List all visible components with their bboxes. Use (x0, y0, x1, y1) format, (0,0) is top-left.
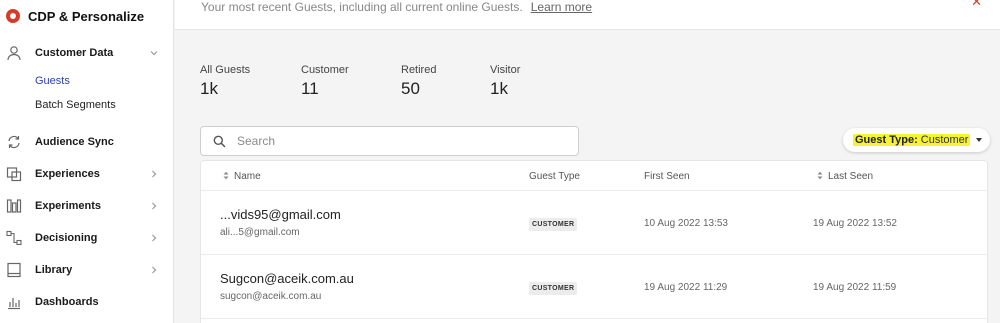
column-header-guest-type: Guest Type (529, 171, 580, 182)
sidebar-item-label: Experiments (35, 200, 102, 212)
column-header-label: Last Seen (828, 171, 874, 182)
chevron-right-icon[interactable] (148, 264, 160, 276)
brand-logo-icon (6, 9, 20, 23)
info-banner: Your most recent Guests, including all c… (175, 0, 1000, 30)
table-row[interactable]: Sugcon@aceik.com.au sugcon@aceik.com.au … (201, 255, 987, 319)
stat-label: Customer (301, 64, 349, 76)
sidebar-item-audience-sync[interactable]: Audience Sync (0, 131, 174, 153)
guest-name[interactable]: ...vids95@gmail.com (220, 207, 341, 222)
banner-text: Your most recent Guests, including all c… (201, 0, 592, 14)
caret-down-icon (976, 138, 983, 142)
sidebar-item-experiences[interactable]: Experiences (0, 163, 174, 185)
stat-customer[interactable]: Customer 11 (301, 64, 349, 99)
sort-icon (223, 171, 229, 180)
stat-value: 1k (490, 79, 508, 98)
table-row[interactable]: ...vids95@gmail.com ali...5@gmail.com CU… (201, 191, 987, 255)
stat-label: All Guests (200, 64, 251, 76)
stat-value: 1k (200, 79, 218, 98)
stat-retired[interactable]: Retired 50 (401, 64, 436, 99)
dashboards-icon (8, 298, 20, 310)
chevron-right-icon[interactable] (148, 200, 160, 212)
column-header-last-seen[interactable]: Last Seen (817, 171, 873, 182)
guest-name[interactable]: Sugcon@aceik.com.au (220, 271, 354, 286)
experiments-icon (6, 199, 22, 213)
stat-label: Visitor (490, 64, 521, 76)
search-input[interactable] (237, 132, 567, 150)
first-seen-value: 10 Aug 2022 13:53 (644, 218, 728, 229)
sidebar-item-label: Decisioning (35, 232, 98, 244)
brand[interactable]: CDP & Personalize (6, 7, 144, 25)
last-seen-value: 19 Aug 2022 11:59 (813, 282, 897, 293)
sidebar-item-label: Customer Data (35, 47, 114, 59)
sidebar-item-label: Experiences (35, 168, 100, 180)
close-icon[interactable]: ✕ (971, 0, 982, 10)
banner-message: Your most recent Guests, including all c… (201, 0, 523, 14)
guest-type-badge: CUSTOMER (529, 282, 578, 295)
sort-icon (817, 171, 823, 180)
app-title: CDP & Personalize (28, 8, 145, 24)
sync-icon (8, 135, 20, 149)
column-header-label: Name (234, 171, 261, 182)
sidebar-item-label: Library (35, 264, 73, 276)
guest-email: ali...5@gmail.com (220, 227, 300, 238)
chevron-right-icon[interactable] (148, 232, 160, 244)
column-header-first-seen: First Seen (644, 171, 690, 182)
stat-all-guests[interactable]: All Guests 1k (200, 64, 250, 99)
filter-value: Customer (920, 134, 969, 146)
stat-visitor[interactable]: Visitor 1k (490, 64, 520, 99)
sidebar-item-label: Audience Sync (35, 136, 114, 148)
sidebar-item-dashboards[interactable]: Dashboards (0, 291, 174, 313)
chevron-down-icon[interactable] (148, 47, 160, 59)
sidebar: CDP & Personalize Customer Data Guests B… (0, 0, 174, 323)
person-icon (7, 46, 21, 61)
decisioning-icon (6, 230, 22, 246)
stat-label: Retired (401, 64, 437, 76)
sidebar-item-label: Dashboards (35, 296, 99, 308)
stat-value: 11 (301, 79, 319, 98)
filter-label: Guest Type: (855, 134, 918, 146)
filter-highlight: Guest Type: Customer (853, 134, 971, 146)
learn-more-link[interactable]: Learn more (531, 0, 592, 14)
sidebar-item-experiments[interactable]: Experiments (0, 195, 174, 217)
chevron-right-icon[interactable] (148, 168, 160, 180)
sidebar-subitem-guests[interactable]: Guests (35, 75, 70, 87)
sidebar-item-customer-data[interactable]: Customer Data (0, 42, 174, 64)
guest-email: sugcon@aceik.com.au (220, 291, 322, 302)
column-header-name[interactable]: Name (223, 171, 261, 182)
sidebar-subitem-batch-segments[interactable]: Batch Segments (35, 99, 116, 111)
table-header: Name Guest Type First Seen Last Seen (201, 161, 987, 191)
last-seen-value: 19 Aug 2022 13:52 (813, 218, 897, 229)
stat-value: 50 (401, 79, 420, 98)
guest-type-filter[interactable]: Guest Type: Customer (843, 128, 991, 152)
experiences-icon (6, 167, 22, 182)
search-icon (213, 135, 226, 148)
sidebar-item-decisioning[interactable]: Decisioning (0, 227, 174, 249)
search-box[interactable] (200, 126, 579, 156)
guest-type-badge: CUSTOMER (529, 218, 578, 231)
guests-table: Name Guest Type First Seen Last Seen ...… (200, 160, 988, 323)
sidebar-item-library[interactable]: Library (0, 259, 174, 281)
first-seen-value: 19 Aug 2022 11:29 (644, 282, 728, 293)
library-icon (7, 262, 21, 278)
